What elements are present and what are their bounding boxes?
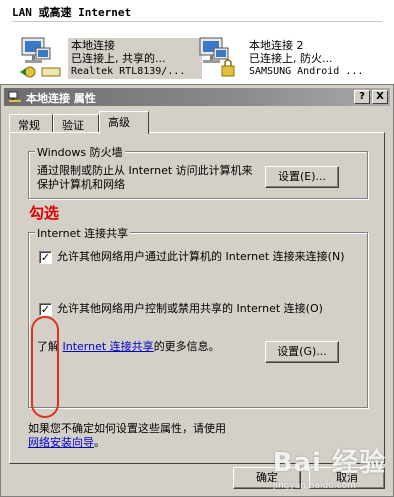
allow-connect-label: 允许其他网络用户通过此计算机的 Internet 连接来连接(N) — [57, 250, 345, 263]
dialog-title: 本地连接 属性 — [26, 92, 96, 105]
connection-item-local[interactable]: 本地连接 已连接上, 共享的... Realtek RTL8139/... — [16, 36, 202, 80]
group-divider — [12, 21, 382, 22]
firewall-settings-button[interactable]: 设置(E)... — [265, 166, 339, 188]
connection-item-local-2[interactable]: 本地连接 2 已连接上, 防火... SAMSUNG Android ... — [194, 36, 388, 80]
connection-name: 本地连接 2 — [249, 39, 304, 52]
ics-group-title: Internet 连接共享 — [35, 225, 131, 241]
connection-device: Realtek RTL8139/... — [71, 66, 186, 77]
annotation-highlight-oval — [31, 316, 59, 418]
allow-control-checkbox[interactable]: ✓ — [39, 303, 52, 316]
footer-description: 如果您不确定如何设置这些属性，请使用 — [28, 422, 226, 435]
group-title: LAN 或高速 Internet — [12, 6, 132, 19]
title-bar[interactable]: 本地连接 属性 ? X — [4, 88, 390, 106]
tab-general[interactable]: 常规 — [9, 114, 53, 133]
ics-settings-button[interactable]: 设置(G)... — [265, 341, 339, 363]
connection-label: 本地连接 已连接上, 共享的... Realtek RTL8139/... — [68, 38, 202, 79]
network-setup-wizard-link[interactable]: 网络安装向导 — [28, 436, 94, 449]
footer-suffix: 。 — [94, 436, 105, 449]
firewall-description: 通过限制或防止从 Internet 访问此计算机来保护计算机和网络 — [37, 164, 253, 191]
network-connections-area: LAN 或高速 Internet 本地连接 已连接上, 共享的... Realt… — [0, 0, 394, 84]
ics-help-link[interactable]: Internet 连接共享 — [63, 340, 154, 353]
allow-control-label: 允许其他网络用户控制或禁用共享的 Internet 连接(O) — [57, 302, 323, 315]
connection-device: SAMSUNG Android ... — [249, 66, 364, 77]
allow-connect-checkbox[interactable]: ✓ — [39, 251, 52, 264]
watermark-url: jingyan.baidu.com — [272, 481, 356, 491]
properties-dialog: 本地连接 属性 ? X 常规 验证 高级 Windows 防火墙 通过限制或防止… — [0, 84, 394, 497]
annotation-label: 勾选 — [29, 204, 60, 222]
close-button[interactable]: X — [372, 90, 388, 104]
learn-suffix: 的更多信息。 — [153, 340, 220, 353]
advanced-tab-panel: Windows 防火墙 通过限制或防止从 Internet 访问此计算机来保护计… — [9, 132, 385, 464]
watermark-brand: Bai 经验 — [272, 448, 386, 478]
firewall-groupbox: Windows 防火墙 通过限制或防止从 Internet 访问此计算机来保护计… — [28, 144, 368, 199]
network-connection-icon — [199, 37, 235, 77]
help-button[interactable]: ? — [354, 90, 370, 104]
connection-status: 已连接上, 共享的... — [71, 52, 166, 65]
connection-label: 本地连接 2 已连接上, 防火... SAMSUNG Android ... — [246, 38, 386, 79]
connection-name: 本地连接 — [71, 39, 115, 52]
network-connection-icon — [8, 91, 21, 102]
ics-learn-more: 了解 Internet 连接共享的更多信息。 — [37, 340, 220, 354]
ics-groupbox: Internet 连接共享 ✓ 允许其他网络用户通过此计算机的 Internet… — [28, 225, 368, 408]
network-connection-icon — [20, 37, 61, 78]
tab-authentication[interactable]: 验证 — [53, 114, 99, 133]
firewall-group-title: Windows 防火墙 — [35, 144, 125, 160]
tab-advanced[interactable]: 高级 — [99, 111, 149, 134]
connection-status: 已连接上, 防火... — [249, 52, 333, 65]
